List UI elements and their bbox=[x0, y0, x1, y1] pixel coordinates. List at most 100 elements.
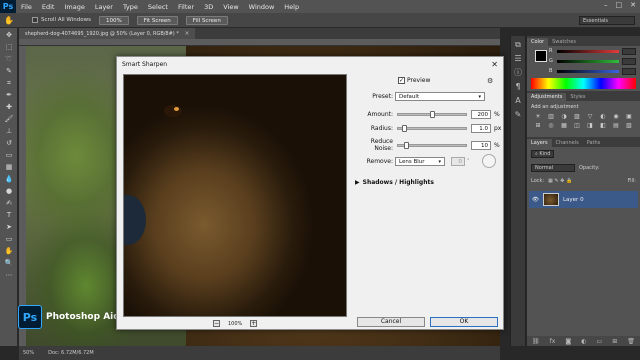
shadows-highlights-section[interactable]: ▶ Shadows / Highlights bbox=[355, 179, 434, 186]
menu-view[interactable]: View bbox=[218, 3, 243, 11]
blur-tool-icon[interactable]: 💧 bbox=[2, 174, 16, 184]
new-layer-icon[interactable]: ⊞ bbox=[612, 338, 617, 345]
reduce-noise-slider-knob[interactable] bbox=[404, 141, 409, 149]
quick-select-tool-icon[interactable]: ✎ bbox=[2, 66, 16, 76]
color-balance-icon[interactable]: ◉ bbox=[611, 113, 621, 120]
levels-icon[interactable]: ▥ bbox=[546, 113, 556, 120]
menu-filter[interactable]: Filter bbox=[173, 3, 199, 11]
chevron-right-icon[interactable]: ▶ bbox=[355, 179, 360, 186]
close-icon[interactable]: ✕ bbox=[630, 1, 636, 9]
tab-paths[interactable]: Paths bbox=[583, 139, 605, 147]
color-spectrum[interactable] bbox=[531, 78, 636, 89]
status-zoom[interactable]: 50% bbox=[23, 350, 34, 356]
pen-tool-icon[interactable]: ✍ bbox=[2, 198, 16, 208]
red-slider[interactable] bbox=[557, 49, 619, 53]
red-value-field[interactable] bbox=[622, 47, 636, 55]
black-white-icon[interactable]: ▣ bbox=[624, 113, 634, 120]
hand-tool-icon[interactable]: ✋ bbox=[4, 15, 18, 26]
foreground-color-swatch[interactable] bbox=[535, 50, 547, 62]
scroll-all-windows-option[interactable]: Scroll All Windows bbox=[32, 17, 91, 23]
selective-color-icon[interactable]: ▧ bbox=[624, 122, 634, 129]
scroll-all-checkbox[interactable] bbox=[32, 17, 38, 23]
radius-slider[interactable] bbox=[397, 125, 467, 132]
link-icon[interactable]: ⛓ bbox=[532, 338, 540, 345]
menu-3d[interactable]: 3D bbox=[199, 3, 218, 11]
cancel-button[interactable]: Cancel bbox=[357, 317, 425, 327]
stamp-tool-icon[interactable]: ⊥ bbox=[2, 126, 16, 136]
ok-button[interactable]: OK bbox=[430, 317, 498, 327]
info-panel-icon[interactable]: ⓘ bbox=[513, 68, 523, 78]
close-tab-icon[interactable]: × bbox=[184, 30, 189, 37]
menu-image[interactable]: Image bbox=[59, 3, 89, 11]
zoom-tool-icon[interactable]: 🔍 bbox=[2, 258, 16, 268]
maximize-icon[interactable]: □ bbox=[616, 1, 623, 9]
tab-styles[interactable]: Styles bbox=[566, 93, 589, 101]
hand-tool-icon[interactable]: ✋ bbox=[2, 246, 16, 256]
zoom-100-button[interactable]: 100% bbox=[98, 15, 129, 25]
exposure-icon[interactable]: ▨ bbox=[572, 113, 582, 120]
adjustment-layer-icon[interactable]: ◐ bbox=[581, 338, 586, 345]
hue-saturation-icon[interactable]: ◐ bbox=[598, 113, 608, 120]
amount-slider[interactable] bbox=[397, 111, 467, 118]
eraser-tool-icon[interactable]: ▭ bbox=[2, 150, 16, 160]
paragraph-panel-icon[interactable]: ¶ bbox=[513, 82, 523, 92]
menu-file[interactable]: File bbox=[16, 3, 37, 11]
tab-layers[interactable]: Layers bbox=[527, 139, 552, 147]
blend-mode-select[interactable]: Normal bbox=[531, 164, 575, 172]
amount-slider-knob[interactable] bbox=[430, 111, 435, 118]
zoom-in-button[interactable]: + bbox=[250, 320, 258, 327]
vibrance-icon[interactable]: ▽ bbox=[585, 113, 595, 120]
preset-select[interactable]: Default ▾ bbox=[395, 92, 485, 101]
menu-window[interactable]: Window bbox=[244, 3, 280, 11]
folder-icon[interactable]: ▭ bbox=[597, 338, 603, 345]
path-select-icon[interactable]: ➤ bbox=[2, 222, 16, 232]
gradient-map-icon[interactable]: ▤ bbox=[611, 122, 621, 129]
radius-input[interactable]: 1.0 bbox=[471, 124, 491, 133]
layer-row[interactable]: 👁 Layer 0 bbox=[529, 191, 638, 208]
properties-panel-icon[interactable]: ☰ bbox=[513, 54, 523, 64]
channel-mixer-icon[interactable]: ◎ bbox=[546, 122, 556, 129]
dodge-tool-icon[interactable]: ● bbox=[2, 186, 16, 196]
minimize-icon[interactable]: – bbox=[604, 1, 608, 9]
menu-select[interactable]: Select bbox=[143, 3, 173, 11]
history-brush-icon[interactable]: ↺ bbox=[2, 138, 16, 148]
fx-icon[interactable]: fx bbox=[550, 338, 556, 345]
healing-tool-icon[interactable]: ✚ bbox=[2, 102, 16, 112]
angle-input[interactable]: 0 bbox=[451, 156, 465, 166]
history-panel-icon[interactable]: ⧉ bbox=[513, 40, 523, 50]
fill-screen-button[interactable]: Fill Screen bbox=[185, 15, 228, 25]
tab-color[interactable]: Color bbox=[527, 38, 549, 46]
preview-pane[interactable] bbox=[123, 74, 347, 317]
green-slider[interactable] bbox=[557, 59, 619, 63]
more-tools-icon[interactable]: ⋯ bbox=[2, 270, 16, 280]
mask-icon[interactable]: ◙ bbox=[565, 338, 571, 345]
preview-option[interactable]: ✓ Preview bbox=[398, 77, 430, 84]
eyedropper-tool-icon[interactable]: ✒ bbox=[2, 90, 16, 100]
preview-checkbox[interactable]: ✓ bbox=[398, 77, 405, 84]
green-value-field[interactable] bbox=[622, 57, 636, 65]
zoom-out-button[interactable]: − bbox=[213, 320, 220, 327]
lasso-tool-icon[interactable]: ➰ bbox=[2, 54, 16, 64]
trash-icon[interactable]: 🗑 bbox=[627, 338, 635, 345]
curves-icon[interactable]: ◑ bbox=[559, 113, 569, 120]
radius-slider-knob[interactable] bbox=[402, 125, 407, 132]
gear-icon[interactable]: ⚙ bbox=[487, 77, 493, 85]
invert-icon[interactable]: ◫ bbox=[572, 122, 582, 129]
remove-select[interactable]: Lens Blur ▾ bbox=[395, 156, 445, 166]
color-lookup-icon[interactable]: ▦ bbox=[559, 122, 569, 129]
menu-help[interactable]: Help bbox=[279, 3, 304, 11]
document-tab[interactable]: shepherd-dog-4074695_1920.jpg @ 50% (Lay… bbox=[19, 28, 196, 39]
eye-icon[interactable]: 👁 bbox=[532, 197, 539, 203]
lock-icons[interactable]: ▦ ✎ ✥ 🔒 bbox=[548, 178, 572, 184]
menu-type[interactable]: Type bbox=[118, 3, 143, 11]
menu-edit[interactable]: Edit bbox=[37, 3, 60, 11]
close-icon[interactable]: ✕ bbox=[491, 60, 498, 69]
move-tool-icon[interactable]: ✥ bbox=[2, 30, 16, 40]
tab-channels[interactable]: Channels bbox=[552, 139, 583, 147]
reduce-noise-slider[interactable] bbox=[397, 141, 467, 149]
angle-dial[interactable] bbox=[481, 154, 496, 168]
marquee-tool-icon[interactable]: ⬚ bbox=[2, 42, 16, 52]
amount-input[interactable]: 200 bbox=[471, 110, 491, 119]
kind-filter-select[interactable]: ⌕ Kind bbox=[531, 150, 555, 158]
blue-value-field[interactable] bbox=[622, 67, 636, 75]
